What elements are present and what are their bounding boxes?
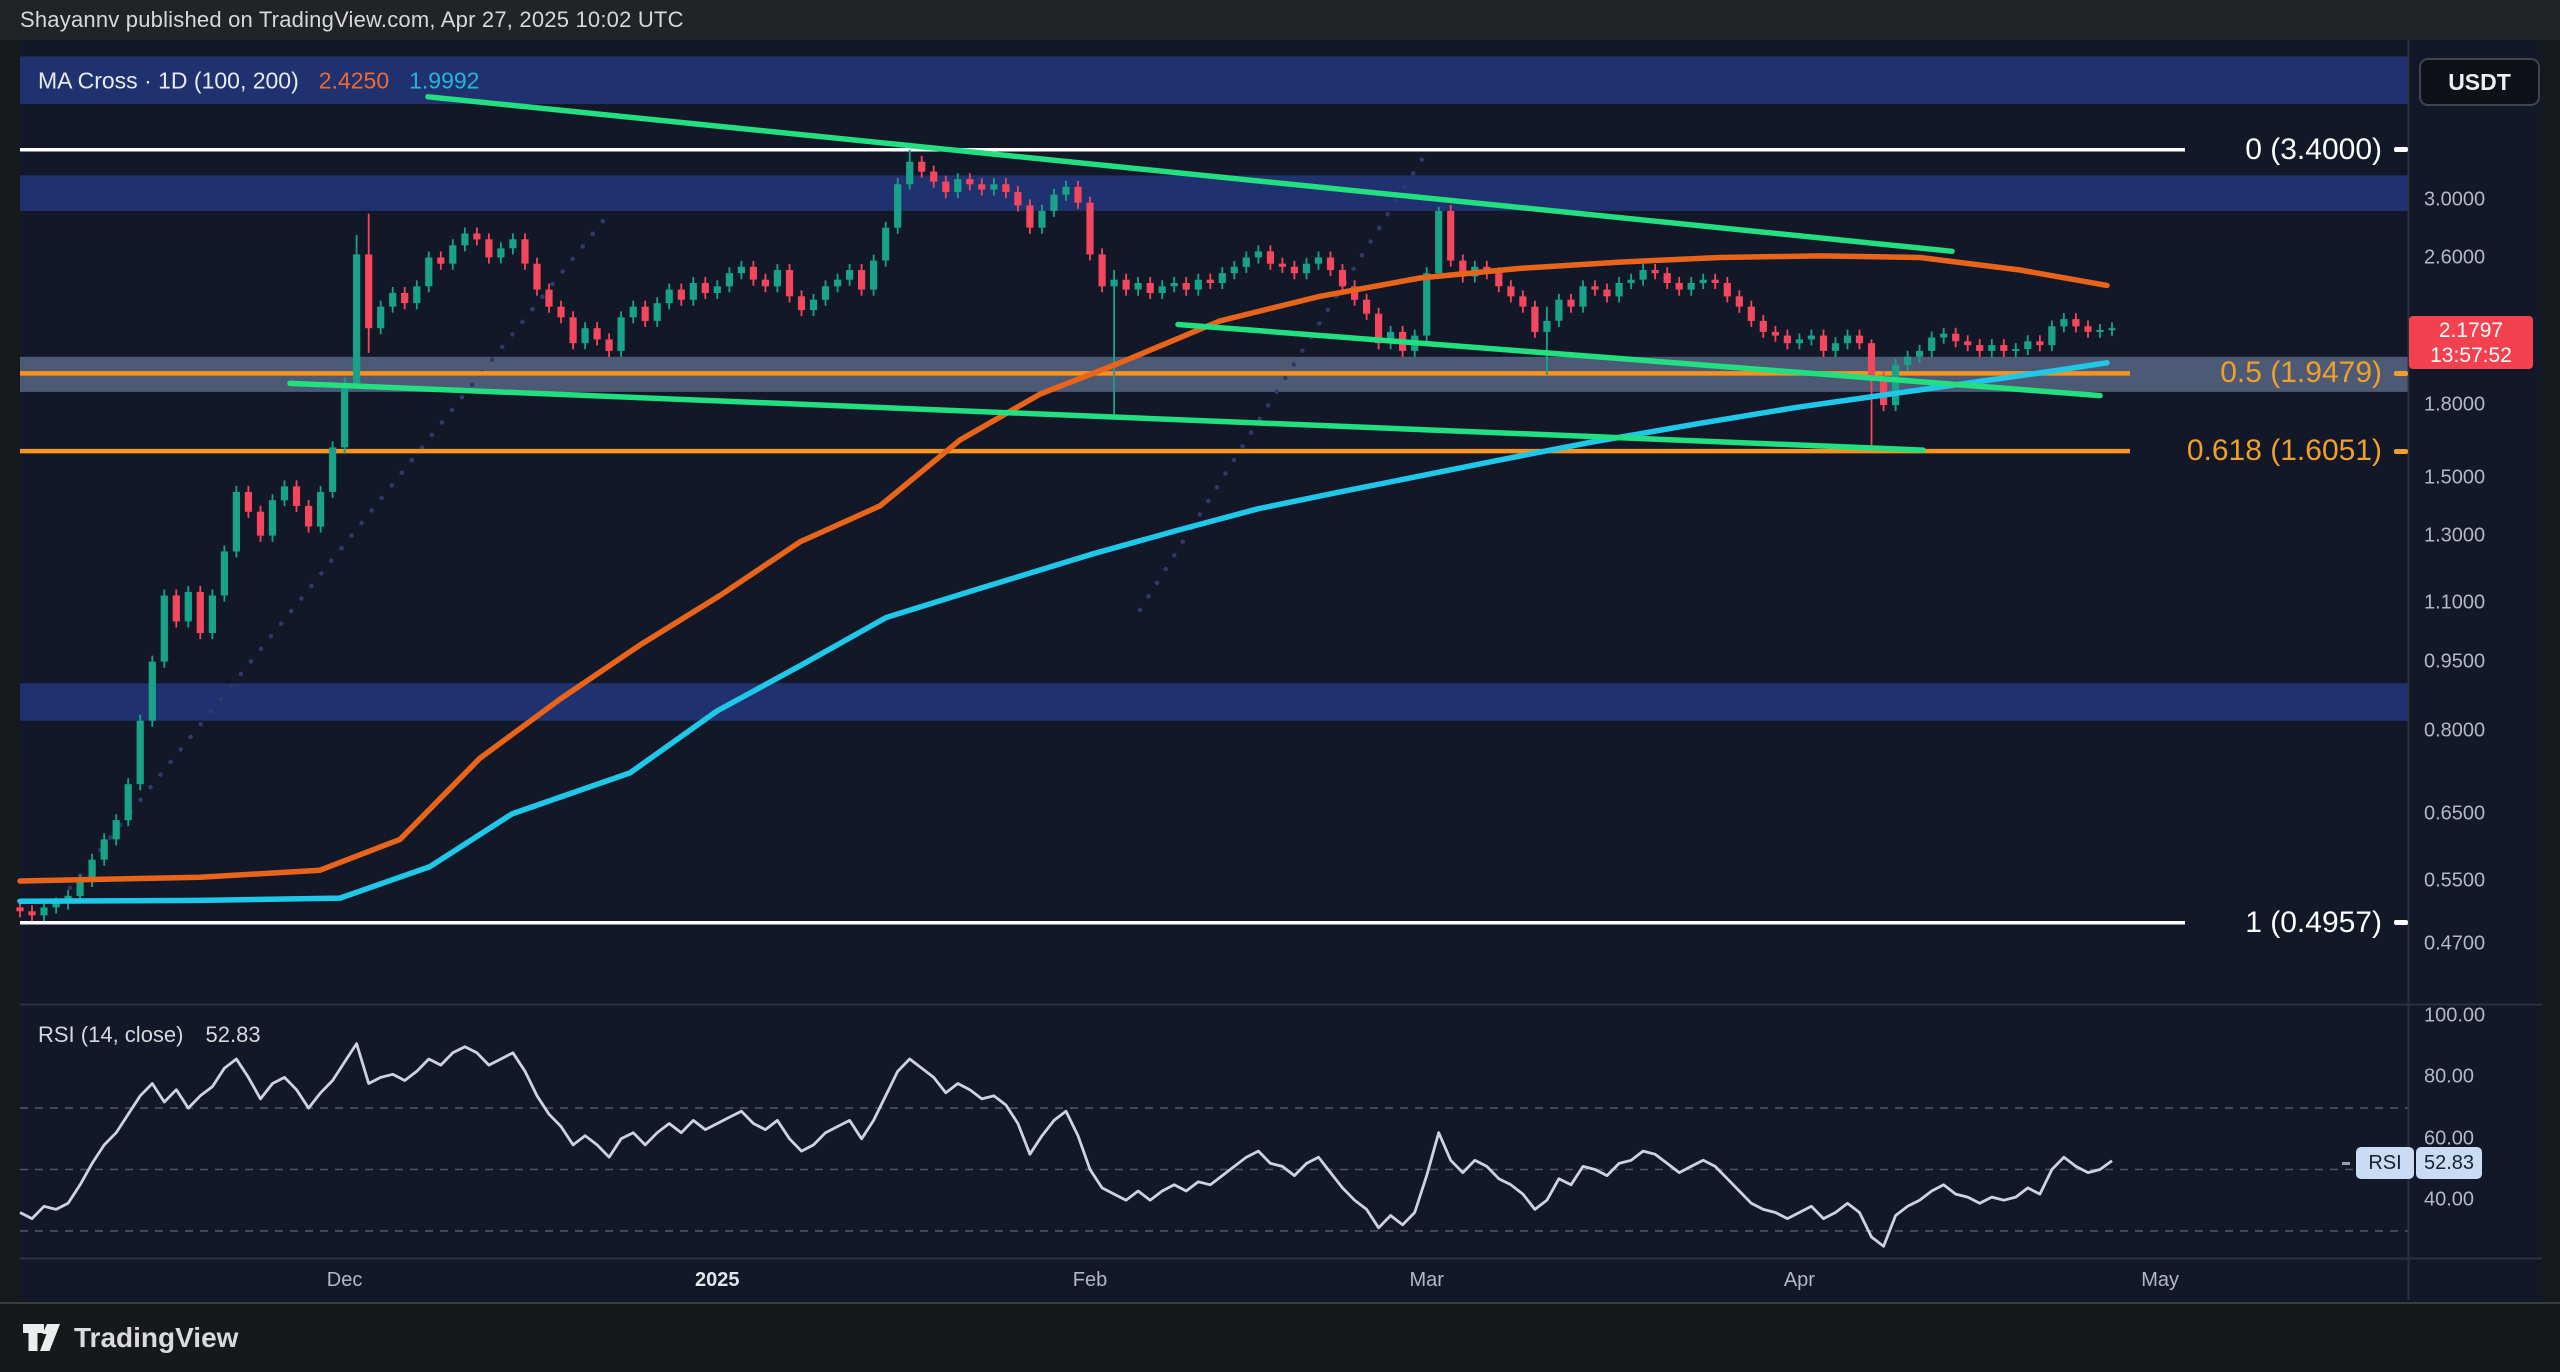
- rsi-axis-label[interactable]: 40.00: [2424, 1189, 2474, 1212]
- price-axis-label[interactable]: 0.8000: [2424, 719, 2485, 742]
- price-axis-label[interactable]: 0.4700: [2424, 933, 2485, 956]
- fib-level-label: 0.618 (1.6051): [2187, 434, 2408, 468]
- fib-level-text: 0.5 (1.9479): [2220, 356, 2382, 390]
- footer-brand[interactable]: TradingView: [74, 1322, 238, 1354]
- indicator-legend[interactable]: MA Cross · 1D (100, 200) 2.4250 1.9992: [38, 68, 479, 95]
- time-axis-label[interactable]: Apr: [1784, 1269, 1815, 1292]
- fib-level-end-tick: [2394, 920, 2408, 925]
- fib-level-label: 1 (0.4957): [2245, 906, 2408, 940]
- fib-level-end-tick: [2394, 147, 2408, 152]
- indicator-title: MA Cross · 1D (100, 200): [38, 68, 299, 95]
- price-axis-label[interactable]: 0.5500: [2424, 870, 2485, 893]
- rsi-title: RSI (14, close): [38, 1022, 184, 1048]
- fib-level-text: 0 (3.4000): [2245, 133, 2382, 167]
- last-price-badge: 2.1797 13:57:52: [2409, 316, 2533, 369]
- ma-fast-value: 2.4250: [319, 68, 389, 95]
- fib-level-text: 0.618 (1.6051): [2187, 434, 2382, 468]
- price-axis-label[interactable]: 2.6000: [2424, 246, 2485, 269]
- price-axis-label[interactable]: 1.5000: [2424, 467, 2485, 490]
- price-axis-label[interactable]: 3.0000: [2424, 189, 2485, 212]
- rsi-axis-label[interactable]: 100.00: [2424, 1005, 2485, 1028]
- rsi-badge-label: RSI: [2356, 1147, 2414, 1179]
- price-axis-label[interactable]: 0.9500: [2424, 650, 2485, 673]
- time-axis-label[interactable]: Feb: [1073, 1269, 1107, 1292]
- price-axis-label[interactable]: 1.3000: [2424, 524, 2485, 547]
- rsi-badge-value: 52.83: [2416, 1147, 2482, 1179]
- rsi-value-badges: RSI 52.83: [2342, 1147, 2482, 1179]
- last-price: 2.1797: [2439, 318, 2503, 343]
- rsi-title-value: 52.83: [206, 1022, 261, 1048]
- fib-level-label: 0 (3.4000): [2245, 133, 2408, 167]
- tradingview-snapshot-page: Shayannv published on TradingView.com, A…: [0, 0, 2560, 1372]
- time-axis-label[interactable]: Mar: [1409, 1269, 1443, 1292]
- fib-level-label: 0.5 (1.9479): [2220, 356, 2408, 390]
- rsi-axis-label[interactable]: 80.00: [2424, 1066, 2474, 1089]
- quote-currency-badge: USDT: [2419, 58, 2540, 106]
- price-axis-label[interactable]: 0.6500: [2424, 802, 2485, 825]
- rsi-legend[interactable]: RSI (14, close) 52.83: [38, 1022, 261, 1048]
- price-axis-label[interactable]: 1.8000: [2424, 394, 2485, 417]
- ma-slow-value: 1.9992: [409, 68, 479, 95]
- fib-level-text: 1 (0.4957): [2245, 906, 2382, 940]
- tradingview-logo-icon[interactable]: [22, 1321, 62, 1355]
- fib-level-end-tick: [2394, 371, 2408, 376]
- rsi-axis-tick: [2342, 1162, 2350, 1165]
- time-axis-label[interactable]: 2025: [695, 1269, 740, 1292]
- footer: TradingView: [0, 1302, 2560, 1372]
- price-axis-label[interactable]: 1.1000: [2424, 591, 2485, 614]
- time-axis-label[interactable]: Dec: [327, 1269, 363, 1292]
- chart-canvas[interactable]: [0, 0, 2560, 1372]
- bar-countdown: 13:57:52: [2430, 343, 2512, 368]
- fib-level-end-tick: [2394, 449, 2408, 454]
- time-axis-label[interactable]: May: [2141, 1269, 2179, 1292]
